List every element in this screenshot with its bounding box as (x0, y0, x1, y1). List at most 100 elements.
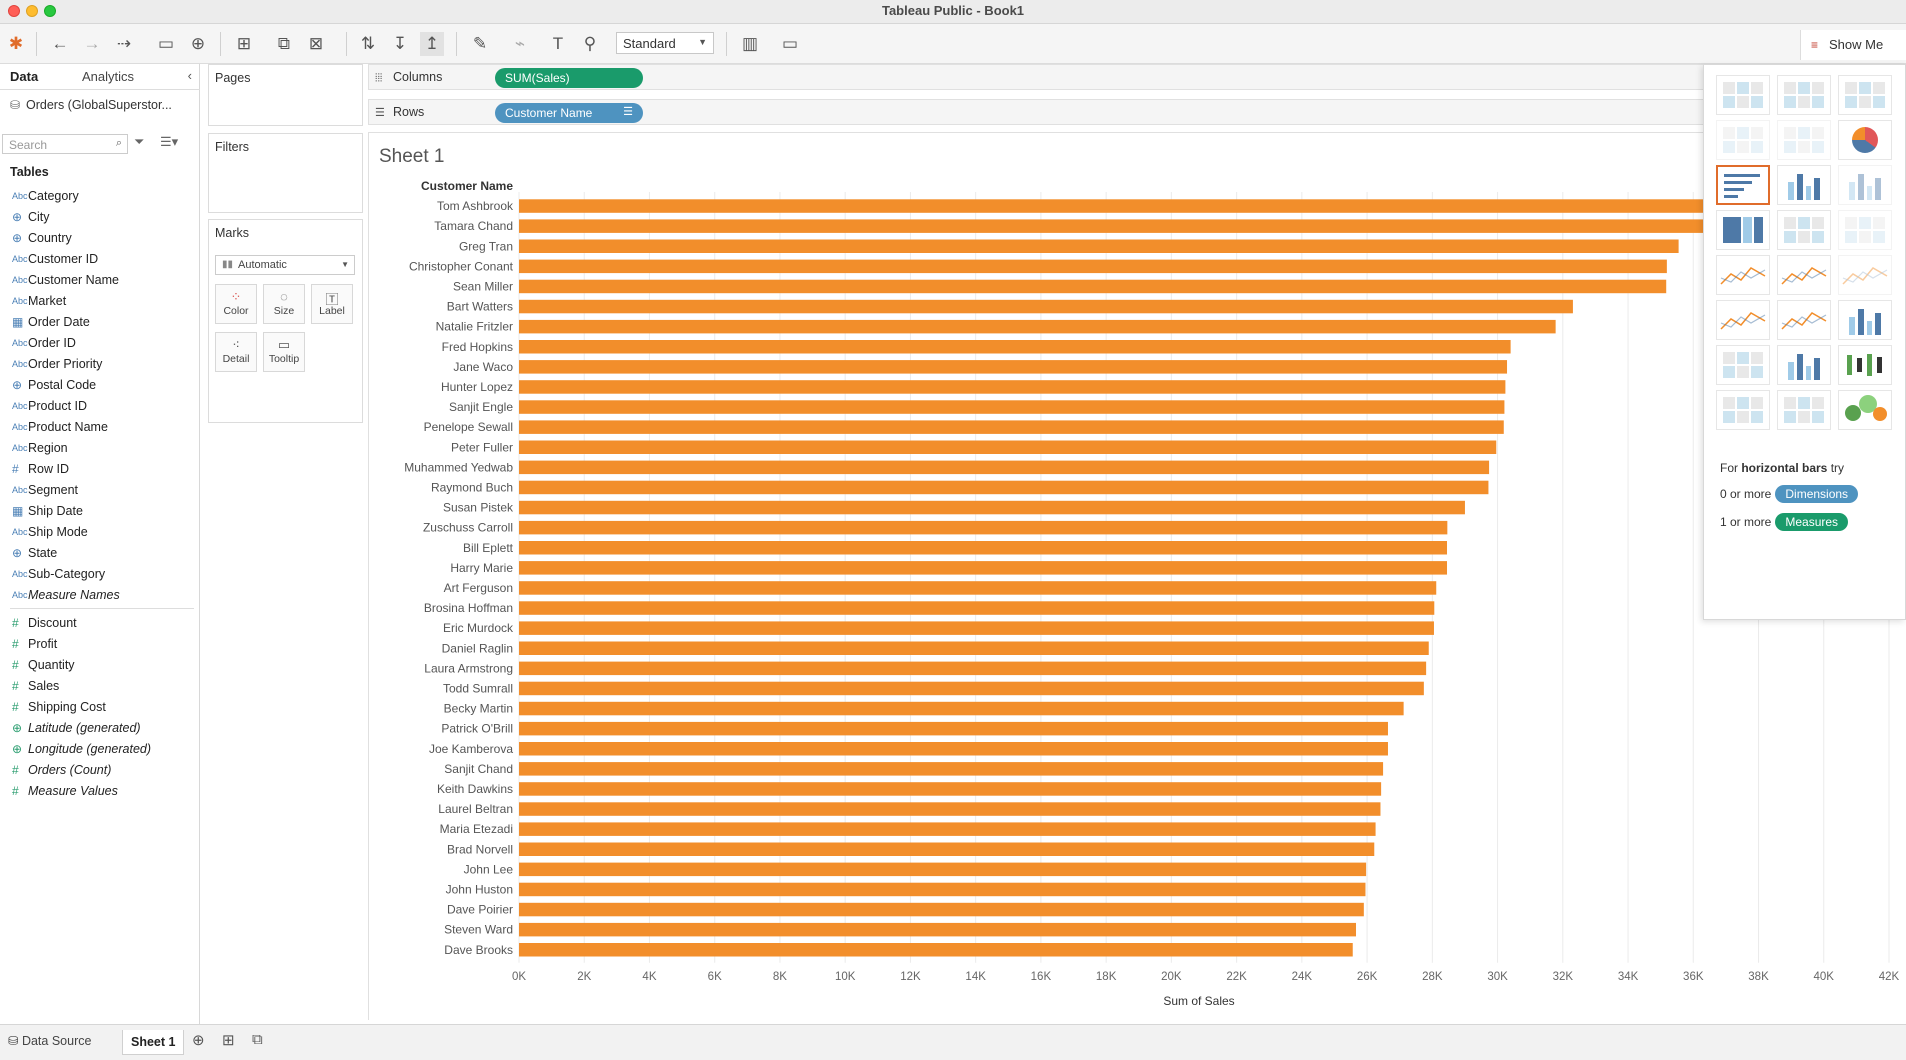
symbol-map-chart-option[interactable] (1716, 120, 1770, 160)
packed-bubbles-chart-option[interactable] (1838, 390, 1892, 430)
sort-ascending-icon[interactable]: ↧ (388, 32, 412, 56)
redo-icon[interactable]: → (80, 32, 104, 56)
tooltip-mark-button[interactable]: ▭ Tooltip (263, 332, 305, 372)
field-item[interactable]: Abc Product ID (0, 395, 200, 416)
field-item[interactable]: ⊕ Country (0, 227, 200, 248)
replay-icon[interactable]: ⇢ (112, 32, 136, 56)
field-item[interactable]: ▦ Ship Date (0, 500, 200, 521)
lines-discrete-chart-option[interactable] (1777, 255, 1831, 295)
new-worksheet-icon[interactable]: ⊞ (232, 32, 256, 56)
field-item[interactable]: Abc Ship Mode (0, 521, 200, 542)
field-item[interactable]: # Orders (Count) (0, 759, 200, 780)
highlight-table-chart-option[interactable] (1838, 75, 1892, 115)
treemap-chart-option[interactable] (1716, 210, 1770, 250)
horizontal-bars-chart-option[interactable] (1716, 165, 1770, 205)
lines-continuous-chart-option[interactable] (1716, 255, 1770, 295)
datasource-item[interactable]: ⛁ Orders (GlobalSuperstor... (10, 98, 190, 112)
field-item[interactable]: Abc Order ID (0, 332, 200, 353)
group-members-icon[interactable]: ⌁ (508, 32, 532, 56)
fix-axes-icon[interactable]: ⚲ (578, 32, 602, 56)
text-table-chart-option[interactable] (1716, 75, 1770, 115)
new-story-icon[interactable]: ⧉ (252, 1031, 263, 1048)
filled-map-chart-option[interactable] (1777, 120, 1831, 160)
new-datasource-icon[interactable]: ⊕ (186, 32, 210, 56)
field-item[interactable]: ⊕ Longitude (generated) (0, 738, 200, 759)
heat-map-chart-option[interactable] (1777, 75, 1831, 115)
field-item[interactable]: ⊕ City (0, 206, 200, 227)
box-and-whisker-chart-option[interactable] (1838, 345, 1892, 385)
clear-sheet-icon[interactable]: ⊠ (304, 32, 328, 56)
sum-sales-pill[interactable]: SUM(Sales) (495, 68, 643, 88)
field-item[interactable]: Abc Customer Name (0, 269, 200, 290)
tab-data[interactable]: Data (10, 69, 38, 84)
highlight-icon[interactable]: ✎ (468, 32, 492, 56)
field-item[interactable]: Abc Order Priority (0, 353, 200, 374)
show-cards-icon[interactable]: ▥ (738, 32, 762, 56)
duplicate-sheet-icon[interactable]: ⧉ (272, 32, 296, 56)
fit-select[interactable]: Standard ▼ (616, 32, 714, 54)
show-me-button[interactable]: ≡ Show Me (1800, 30, 1906, 60)
customer-name-pill[interactable]: Customer Name ☰ (495, 103, 643, 123)
dual-lines-chart-option[interactable] (1838, 255, 1892, 295)
collapse-pane-icon[interactable]: ‹ (188, 68, 192, 83)
rows-shelf[interactable]: ☰ Rows Customer Name ☰ (368, 99, 1898, 125)
side-by-side-bars-chart-option[interactable] (1838, 165, 1892, 205)
search-input[interactable]: Search ⌕ (2, 134, 128, 154)
label-mark-button[interactable]: 🅃 Label (311, 284, 353, 324)
circle-views-chart-option[interactable] (1777, 210, 1831, 250)
field-item[interactable]: Abc Market (0, 290, 200, 311)
tableau-logo-icon[interactable]: ✱ (4, 32, 28, 56)
area-discrete-chart-option[interactable] (1777, 300, 1831, 340)
field-item[interactable]: # Profit (0, 633, 200, 654)
field-item[interactable]: # Discount (0, 612, 200, 633)
histogram-chart-option[interactable] (1777, 345, 1831, 385)
tab-analytics[interactable]: Analytics (82, 69, 134, 84)
sheet-tab[interactable]: Sheet 1 (122, 1030, 185, 1055)
show-mark-labels-icon[interactable]: T (546, 32, 570, 56)
field-item[interactable]: ⊕ Latitude (generated) (0, 717, 200, 738)
sort-descending-icon[interactable]: ↥ (420, 32, 444, 56)
field-item[interactable]: Abc Product Name (0, 416, 200, 437)
save-icon[interactable]: ▭ (154, 32, 178, 56)
new-worksheet-icon[interactable]: ⊕ (192, 1031, 205, 1049)
field-item[interactable]: Abc Category (0, 185, 200, 206)
dual-combination-chart-option[interactable] (1838, 300, 1892, 340)
field-item[interactable]: Abc Measure Names (0, 584, 200, 605)
area-continuous-chart-option[interactable] (1716, 300, 1770, 340)
field-item[interactable]: # Row ID (0, 458, 200, 479)
field-item[interactable]: # Measure Values (0, 780, 200, 801)
mark-type-select[interactable]: ▮▮ Automatic ▼ (215, 255, 355, 275)
pages-card[interactable]: Pages (208, 64, 363, 126)
field-item[interactable]: Abc Segment (0, 479, 200, 500)
scatter-plot-chart-option[interactable] (1716, 345, 1770, 385)
field-item[interactable]: # Sales (0, 675, 200, 696)
undo-icon[interactable]: ← (48, 32, 72, 56)
field-item[interactable]: Abc Customer ID (0, 248, 200, 269)
filter-icon[interactable]: ⏷ (134, 134, 144, 150)
view-options-icon[interactable]: ☰▾ (160, 134, 178, 150)
bar (519, 601, 1435, 615)
size-mark-button[interactable]: ◌ Size (263, 284, 305, 324)
field-item[interactable]: ⊕ Postal Code (0, 374, 200, 395)
tables-heading: Tables (10, 165, 49, 179)
field-item[interactable]: ▦ Order Date (0, 311, 200, 332)
presentation-mode-icon[interactable]: ▭ (778, 32, 802, 56)
field-item[interactable]: # Quantity (0, 654, 200, 675)
filters-card[interactable]: Filters (208, 133, 363, 213)
color-mark-button[interactable]: ⁘ Color (215, 284, 257, 324)
stacked-bars-chart-option[interactable] (1777, 165, 1831, 205)
side-by-side-circles-chart-option[interactable] (1838, 210, 1892, 250)
bullet-graph-chart-option[interactable] (1777, 390, 1831, 430)
bar (519, 641, 1429, 655)
field-item[interactable]: ⊕ State (0, 542, 200, 563)
data-source-tab[interactable]: ⛁ Data Source (8, 1033, 91, 1048)
columns-shelf[interactable]: ⦙⦙⦙ Columns SUM(Sales) (368, 64, 1898, 90)
field-item[interactable]: # Shipping Cost (0, 696, 200, 717)
field-item[interactable]: Abc Region (0, 437, 200, 458)
gantt-chart-chart-option[interactable] (1716, 390, 1770, 430)
new-dashboard-icon[interactable]: ⊞ (222, 1031, 235, 1049)
field-item[interactable]: Abc Sub-Category (0, 563, 200, 584)
detail-mark-button[interactable]: ⁖ Detail (215, 332, 257, 372)
pie-chart-chart-option[interactable] (1838, 120, 1892, 160)
swap-rows-columns-icon[interactable]: ⇅ (356, 32, 380, 56)
